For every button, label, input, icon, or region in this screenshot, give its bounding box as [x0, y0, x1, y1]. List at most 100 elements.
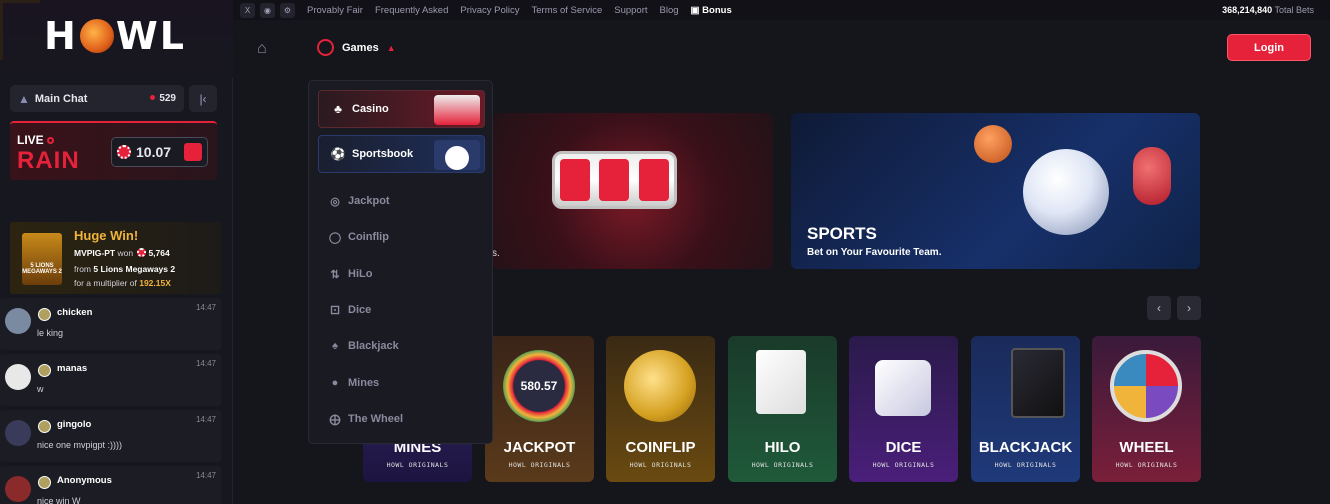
basketball-illustration: [974, 125, 1012, 163]
message-time: 14:47: [195, 303, 216, 312]
menu-item-dice[interactable]: ⚀ Dice: [328, 303, 371, 317]
message-text: le king: [37, 328, 64, 338]
join-rain-button[interactable]: [184, 143, 202, 161]
main-chat-selector[interactable]: ▲ Main Chat 529: [10, 85, 184, 112]
steam-icon[interactable]: ⚙: [280, 2, 295, 18]
message-time: 14:47: [195, 471, 216, 480]
football-illustration: [1023, 149, 1109, 235]
coinflip-icon: ◯: [328, 231, 342, 244]
live-rain-panel: LIVE RAIN 10.07: [10, 121, 217, 180]
game-card-hilo[interactable]: HILO HOWL ORIGINALS: [728, 336, 837, 482]
home-icon[interactable]: ⌂: [257, 40, 267, 58]
game-card-subtitle: HOWL ORIGINALS: [386, 461, 449, 469]
sports-banner-subtitle: Bet on Your Favourite Team.: [807, 247, 942, 258]
message-username[interactable]: manas: [57, 363, 87, 374]
avatar[interactable]: [5, 308, 31, 334]
menu-item-blackjack[interactable]: ♠ Blackjack: [328, 339, 399, 353]
rain-amount: 10.07: [111, 137, 208, 167]
games-target-icon: [317, 39, 334, 56]
boxing-glove-illustration: [1133, 147, 1171, 205]
game-card-wheel[interactable]: WHEEL HOWL ORIGINALS: [1092, 336, 1201, 482]
link-privacy-policy[interactable]: Privacy Policy: [460, 5, 519, 16]
link-faq[interactable]: Frequently Asked: [375, 5, 448, 16]
games-menu-button[interactable]: Games ▲: [317, 39, 396, 56]
avatar[interactable]: [5, 420, 31, 446]
link-support[interactable]: Support: [614, 5, 647, 16]
hilo-icon: ⇅: [330, 268, 340, 281]
games-dropdown-menu: ♣ Casino ⚽ Sportsbook ◎ Jackpot ◯ Coinflip…: [308, 80, 493, 444]
game-card-title: WHEEL: [1119, 439, 1174, 456]
login-button[interactable]: Login: [1227, 34, 1311, 61]
game-card-subtitle: HOWL ORIGINALS: [751, 461, 814, 469]
live-label: LIVE: [17, 133, 54, 147]
message-time: 14:47: [195, 415, 216, 424]
huge-win-card[interactable]: 5 LIONS MEGAWAYS 2 Huge Win! MVPIG-PT wo…: [10, 222, 221, 294]
cards-illustration: [756, 350, 806, 414]
game-card-title: JACKPOT: [503, 439, 576, 456]
chip-icon: [117, 145, 131, 159]
slot-thumbnail: [434, 95, 480, 125]
cherry-icon: ♣: [334, 102, 342, 116]
win-multiplier-line: for a multiplier of 192.15X: [74, 278, 171, 288]
game-card-subtitle: HOWL ORIGINALS: [1115, 461, 1178, 469]
link-provably-fair[interactable]: Provably Fair: [307, 5, 363, 16]
win-user-line: MVPIG-PT won 5,764: [74, 248, 170, 258]
slot-machine-illustration: [552, 151, 677, 209]
level-badge-icon: [38, 476, 51, 489]
message-text: nice win W: [37, 496, 81, 504]
avatar[interactable]: [5, 476, 31, 502]
game-card-title: DICE: [885, 439, 922, 456]
menu-item-sportsbook[interactable]: ⚽ Sportsbook: [318, 135, 485, 173]
game-card-subtitle: HOWL ORIGINALS: [994, 461, 1057, 469]
message-time: 14:47: [195, 359, 216, 368]
level-badge-icon: [38, 364, 51, 377]
game-card-subtitle: HOWL ORIGINALS: [872, 461, 935, 469]
tree-branch-decoration: [0, 0, 40, 60]
chat-message: chicken 14:47 le king: [0, 298, 221, 350]
top-info-bar: X ◉ ⚙ Provably Fair Frequently Asked Pri…: [233, 0, 1330, 20]
carousel-prev-button[interactable]: ‹: [1147, 296, 1171, 320]
logo-area: H WL: [0, 0, 233, 78]
huge-win-title: Huge Win!: [74, 228, 139, 243]
online-count: 529: [150, 93, 176, 104]
collapse-chat-button[interactable]: |‹: [189, 85, 217, 112]
game-card-dice[interactable]: DICE HOWL ORIGINALS: [849, 336, 958, 482]
blackjack-cards-illustration: [1011, 348, 1065, 418]
casino-banner[interactable]: s.: [492, 113, 773, 269]
chat-message: Anonymous 14:47 nice win W: [0, 466, 221, 504]
game-card-title: COINFLIP: [625, 439, 696, 456]
online-dot-icon: [150, 95, 156, 100]
menu-item-coinflip[interactable]: ◯ Coinflip: [328, 230, 389, 244]
discord-icon[interactable]: ◉: [260, 2, 275, 18]
howl-logo[interactable]: H WL: [44, 14, 186, 58]
game-card-blackjack[interactable]: BLACKJACK HOWL ORIGINALS: [971, 336, 1080, 482]
menu-item-hilo[interactable]: ⇅ HiLo: [328, 267, 372, 281]
casino-banner-subtext: s.: [492, 248, 500, 259]
game-card-coinflip[interactable]: COINFLIP HOWL ORIGINALS: [606, 336, 715, 482]
message-username[interactable]: gingolo: [57, 419, 91, 430]
link-bonus[interactable]: ▣ Bonus: [691, 5, 732, 16]
link-terms[interactable]: Terms of Service: [532, 5, 603, 16]
game-card-title: HILO: [764, 439, 801, 456]
pumpkin-icon: [79, 19, 114, 53]
menu-item-jackpot[interactable]: ◎ Jackpot: [328, 194, 389, 208]
rain-label: RAIN: [17, 147, 80, 174]
link-blog[interactable]: Blog: [660, 5, 679, 16]
dice-icon: ⚀: [330, 304, 340, 317]
menu-item-mines[interactable]: ● Mines: [328, 376, 380, 390]
menu-item-the-wheel[interactable]: ⨁ The Wheel: [328, 412, 404, 426]
football-icon: ⚽: [330, 147, 346, 161]
carousel-next-button[interactable]: ›: [1177, 296, 1201, 320]
sports-banner[interactable]: SPORTS Bet on Your Favourite Team.: [791, 113, 1200, 269]
x-twitter-icon[interactable]: X: [240, 2, 255, 18]
blackjack-icon: ♠: [332, 340, 338, 352]
game-card-jackpot[interactable]: 580.57 JACKPOT HOWL ORIGINALS: [485, 336, 594, 482]
chat-sidebar: H WL ▲ Main Chat 529 |‹ LIVE RAIN 10.07 5…: [0, 0, 233, 504]
football-thumbnail: [434, 140, 480, 170]
menu-item-casino[interactable]: ♣ Casino: [318, 90, 485, 128]
dice-illustration: [875, 360, 931, 416]
message-username[interactable]: chicken: [57, 307, 92, 318]
chat-room-label: Main Chat: [34, 92, 88, 105]
avatar[interactable]: [5, 364, 31, 390]
message-username[interactable]: Anonymous: [57, 475, 112, 486]
